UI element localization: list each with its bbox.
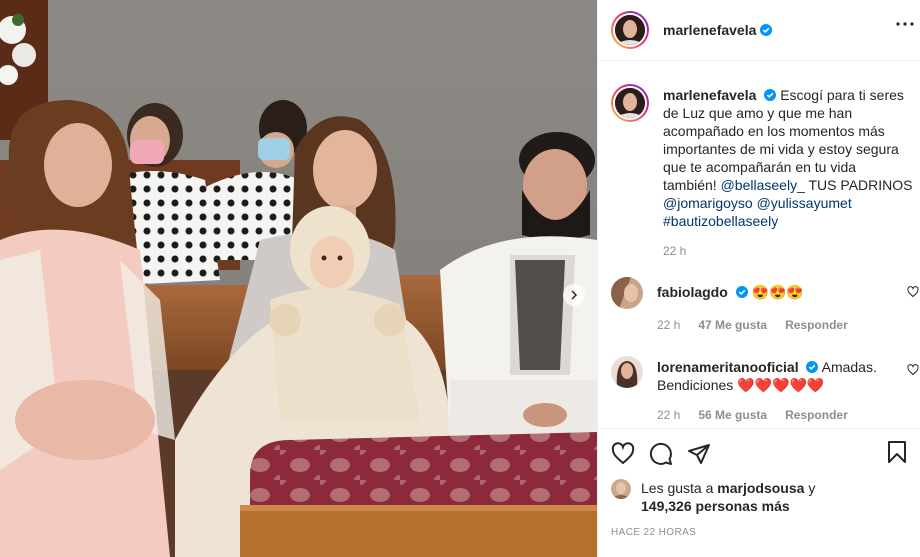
caption-text: TUS PADRINOS [808, 177, 913, 193]
post-photo[interactable] [0, 0, 597, 557]
caption-username[interactable]: marlenefavela [663, 87, 756, 103]
share-icon[interactable] [687, 442, 711, 466]
verified-icon [735, 286, 748, 298]
comment-text: 😍😍😍 [751, 284, 804, 300]
comment-likes[interactable]: 56 Me gusta [698, 406, 767, 424]
comment-item: fabiolagdo 😍😍😍 22 h 47 Me gusta Responde… [611, 277, 920, 334]
likes-joiner: y [808, 480, 816, 496]
likes-summary: Les gusta a marjodsousa y 149,326 person… [611, 479, 908, 515]
comment-icon[interactable] [649, 442, 673, 466]
commenter-username[interactable]: fabiolagdo [657, 284, 728, 300]
caption-avatar[interactable] [611, 84, 649, 122]
commenter-avatar[interactable] [611, 356, 643, 388]
post-side-panel: marlenefavela marlenefavela Escogí para … [597, 0, 920, 557]
comments-list[interactable]: marlenefavela Escogí para ti seres de Lu… [598, 61, 920, 428]
heart-icon[interactable] [611, 442, 635, 466]
comment-time[interactable]: 22 h [657, 316, 680, 334]
verified-icon [806, 361, 819, 373]
comment-time[interactable]: 22 h [657, 406, 680, 424]
liker-username[interactable]: marjodsousa [717, 480, 804, 496]
post-actions: Les gusta a marjodsousa y 149,326 person… [598, 428, 920, 557]
verified-icon [764, 89, 777, 101]
heart-icon[interactable] [907, 286, 919, 298]
save-icon[interactable] [886, 440, 908, 464]
reply-button[interactable]: Responder [785, 316, 848, 334]
comment-item: lorenameritanooficial Amadas. Bendicione… [611, 356, 920, 424]
mention-link[interactable]: @bellaseely_ [721, 177, 805, 193]
caption: marlenefavela Escogí para ti seres de Lu… [611, 84, 920, 260]
post-photo-illustration [0, 0, 597, 557]
hashtag-link[interactable]: #bautizobellaseely [663, 213, 778, 229]
author-avatar[interactable] [611, 11, 649, 49]
caption-time[interactable]: 22 h [663, 242, 686, 260]
comment-likes[interactable]: 47 Me gusta [698, 316, 767, 334]
reply-button[interactable]: Responder [785, 406, 848, 424]
action-bar [611, 429, 908, 479]
commenter-username[interactable]: lorenameritanooficial [657, 359, 799, 375]
more-icon[interactable] [896, 22, 914, 26]
likes-count[interactable]: 149,326 personas más [641, 498, 790, 514]
commenter-avatar[interactable] [611, 277, 643, 309]
mention-link[interactable]: @jomarigoyso [663, 195, 753, 211]
chevron-right-icon [571, 290, 578, 300]
post-header: marlenefavela [598, 0, 920, 61]
mention-link[interactable]: @yulissayumet [757, 195, 852, 211]
heart-icon[interactable] [907, 364, 919, 376]
likes-prefix: Les gusta a [641, 480, 714, 496]
carousel-next-button[interactable] [563, 284, 585, 306]
liker-avatar[interactable] [611, 479, 631, 499]
posted-time[interactable]: HACE 22 HORAS [611, 527, 908, 538]
author-username[interactable]: marlenefavela [663, 22, 756, 38]
verified-icon [760, 24, 773, 36]
